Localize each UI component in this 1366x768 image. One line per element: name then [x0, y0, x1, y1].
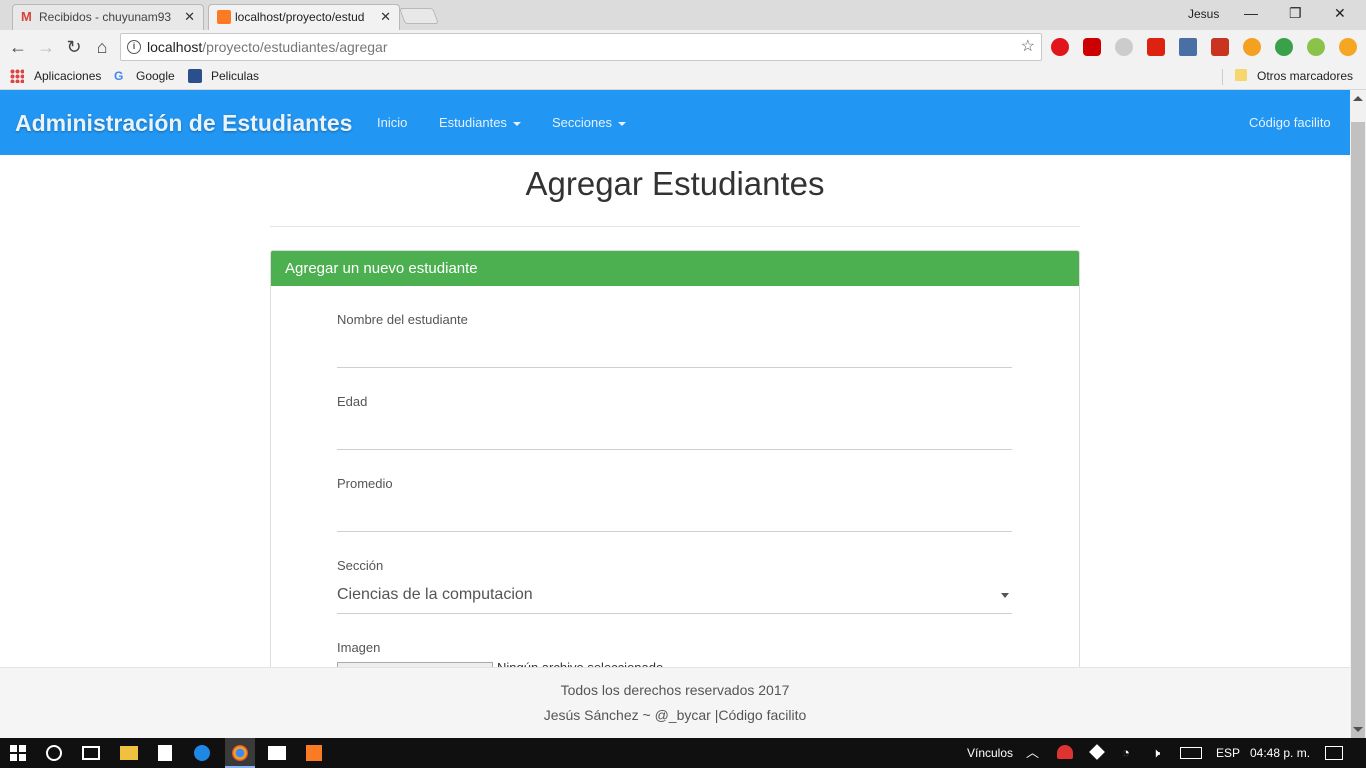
url-host: localhost: [147, 39, 203, 55]
nav-secciones-label: Secciones: [552, 115, 612, 130]
forward-icon[interactable]: →: [35, 36, 57, 58]
store-icon[interactable]: [158, 745, 172, 761]
volume-muted-icon[interactable]: 🕨: [1152, 745, 1160, 761]
restore-icon[interactable]: ❐: [1289, 5, 1302, 22]
tab-title: localhost/proyecto/estud: [235, 10, 365, 24]
footer-credits[interactable]: Jesús Sánchez ~ @_bycar |Código facilito: [0, 707, 1350, 723]
adblock-extension-icon[interactable]: [1083, 38, 1101, 56]
chrome-extension-icon[interactable]: [1307, 38, 1325, 56]
site-brand[interactable]: Administración de Estudiantes: [15, 110, 352, 137]
scroll-down-arrow-icon[interactable]: [1353, 727, 1363, 732]
seccion-select-underline: [337, 613, 1012, 614]
url-path: /proyecto/estudiantes/agregar: [202, 39, 388, 55]
nav-estudiantes-dropdown[interactable]: Estudiantes: [439, 115, 521, 130]
nav-estudiantes-label: Estudiantes: [439, 115, 507, 130]
peliculas-icon: [188, 69, 202, 83]
panel-heading: Agregar un nuevo estudiante: [271, 251, 1079, 286]
bookmarks-divider: [1222, 69, 1223, 85]
chevron-up-icon[interactable]: ︿: [1026, 745, 1039, 761]
file-explorer-icon[interactable]: [120, 746, 138, 760]
back-icon[interactable]: ←: [7, 36, 29, 58]
select-caret-icon: [1001, 593, 1009, 598]
nombre-label: Nombre del estudiante: [337, 312, 468, 327]
shield-extension-icon[interactable]: [1147, 38, 1165, 56]
vinculos-toolbar[interactable]: Vínculos: [967, 745, 1013, 761]
seccion-label: Sección: [337, 558, 384, 573]
chrome-icon: [232, 745, 248, 761]
info-icon[interactable]: i: [127, 40, 141, 54]
home-icon[interactable]: ⌂: [91, 36, 113, 58]
globe-extension-icon[interactable]: [1275, 38, 1293, 56]
address-bar[interactable]: i localhost/proyecto/estudiantes/agregar…: [120, 33, 1042, 61]
profile-name[interactable]: Jesus: [1188, 7, 1219, 21]
cloud-alert-icon[interactable]: [1057, 745, 1073, 759]
task-view-icon[interactable]: [82, 746, 100, 760]
reload-icon[interactable]: ↻: [63, 36, 85, 58]
folder-icon: [1235, 69, 1247, 81]
browser-tab-strip: M Recibidos - chuyunam93 ✕ localhost/pro…: [0, 0, 1366, 30]
nav-inicio[interactable]: Inicio: [377, 115, 407, 130]
caret-down-icon: [617, 121, 626, 126]
tab-localhost[interactable]: localhost/proyecto/estud ✕: [208, 4, 400, 30]
promedio-input[interactable]: [337, 531, 1012, 532]
windows-start-icon[interactable]: [10, 745, 26, 761]
nav-codigo-facilito[interactable]: Código facilito: [1249, 115, 1331, 130]
close-tab-icon[interactable]: ✕: [380, 5, 391, 29]
clock[interactable]: 04:48 p. m.: [1250, 745, 1310, 761]
page-footer: Todos los derechos reservados 2017 Jesús…: [0, 667, 1350, 738]
imagen-label: Imagen: [337, 640, 381, 655]
wappalyzer-icon[interactable]: [1211, 38, 1229, 56]
alert-extension-icon[interactable]: [1339, 38, 1357, 56]
nombre-input[interactable]: [337, 367, 1012, 368]
browser-toolbar: ← → ↻ ⌂ i localhost/proyecto/estudiantes…: [0, 30, 1366, 64]
close-tab-icon[interactable]: ✕: [184, 5, 195, 29]
new-tab-button[interactable]: [399, 8, 439, 24]
search-icon[interactable]: [46, 745, 62, 761]
bookmark-peliculas[interactable]: Peliculas: [211, 69, 259, 83]
bookmark-google[interactable]: Google: [136, 69, 175, 83]
scroll-thumb[interactable]: [1351, 122, 1365, 742]
apps-grid-icon: [10, 69, 24, 83]
xampp-icon[interactable]: [306, 745, 322, 761]
site-navbar: Administración de Estudiantes Inicio Est…: [0, 90, 1350, 155]
mail-icon[interactable]: [268, 746, 286, 760]
edge-icon[interactable]: [194, 745, 210, 761]
windows-taskbar: Vínculos ︿ ◔ 🕨 ESP 04:48 p. m.: [0, 738, 1366, 768]
tab-title: Recibidos - chuyunam93: [39, 10, 172, 24]
seccion-select[interactable]: Ciencias de la computacion: [337, 586, 533, 604]
close-window-icon[interactable]: ✕: [1334, 5, 1346, 22]
bookmark-otros-marcadores[interactable]: Otros marcadores: [1257, 69, 1353, 83]
opera-extension-icon[interactable]: [1051, 38, 1069, 56]
notifications-icon[interactable]: [1325, 746, 1343, 760]
language-indicator[interactable]: ESP: [1216, 745, 1240, 761]
bookmark-aplicaciones[interactable]: Aplicaciones: [34, 69, 101, 83]
scroll-up-arrow-icon[interactable]: [1353, 96, 1363, 101]
dropbox-icon[interactable]: [1089, 744, 1105, 760]
google-icon: G: [114, 69, 124, 83]
title-divider: [270, 226, 1080, 227]
bookmark-star-icon[interactable]: ☆: [1021, 34, 1035, 60]
edad-label: Edad: [337, 394, 368, 409]
page-scrollbar[interactable]: [1350, 90, 1366, 742]
keyboard-icon[interactable]: [1180, 747, 1202, 759]
extension-icon[interactable]: [1115, 38, 1133, 56]
minimize-icon[interactable]: —: [1244, 5, 1258, 21]
xampp-icon: [217, 10, 231, 24]
nav-secciones-dropdown[interactable]: Secciones: [552, 115, 626, 130]
promedio-label: Promedio: [337, 476, 393, 491]
edad-input[interactable]: [337, 449, 1012, 450]
page-title: Agregar Estudiantes: [525, 165, 825, 202]
caret-down-icon: [512, 121, 521, 126]
tab-gmail[interactable]: M Recibidos - chuyunam93 ✕: [12, 4, 204, 30]
gmail-icon: M: [21, 9, 32, 24]
color-extension-icon[interactable]: [1243, 38, 1261, 56]
footer-copyright: Todos los derechos reservados 2017: [560, 682, 790, 698]
wifi-icon[interactable]: ◔: [1122, 745, 1130, 761]
bookmarks-bar: Aplicaciones G Google Peliculas Otros ma…: [0, 64, 1366, 90]
grid-extension-icon[interactable]: [1179, 38, 1197, 56]
